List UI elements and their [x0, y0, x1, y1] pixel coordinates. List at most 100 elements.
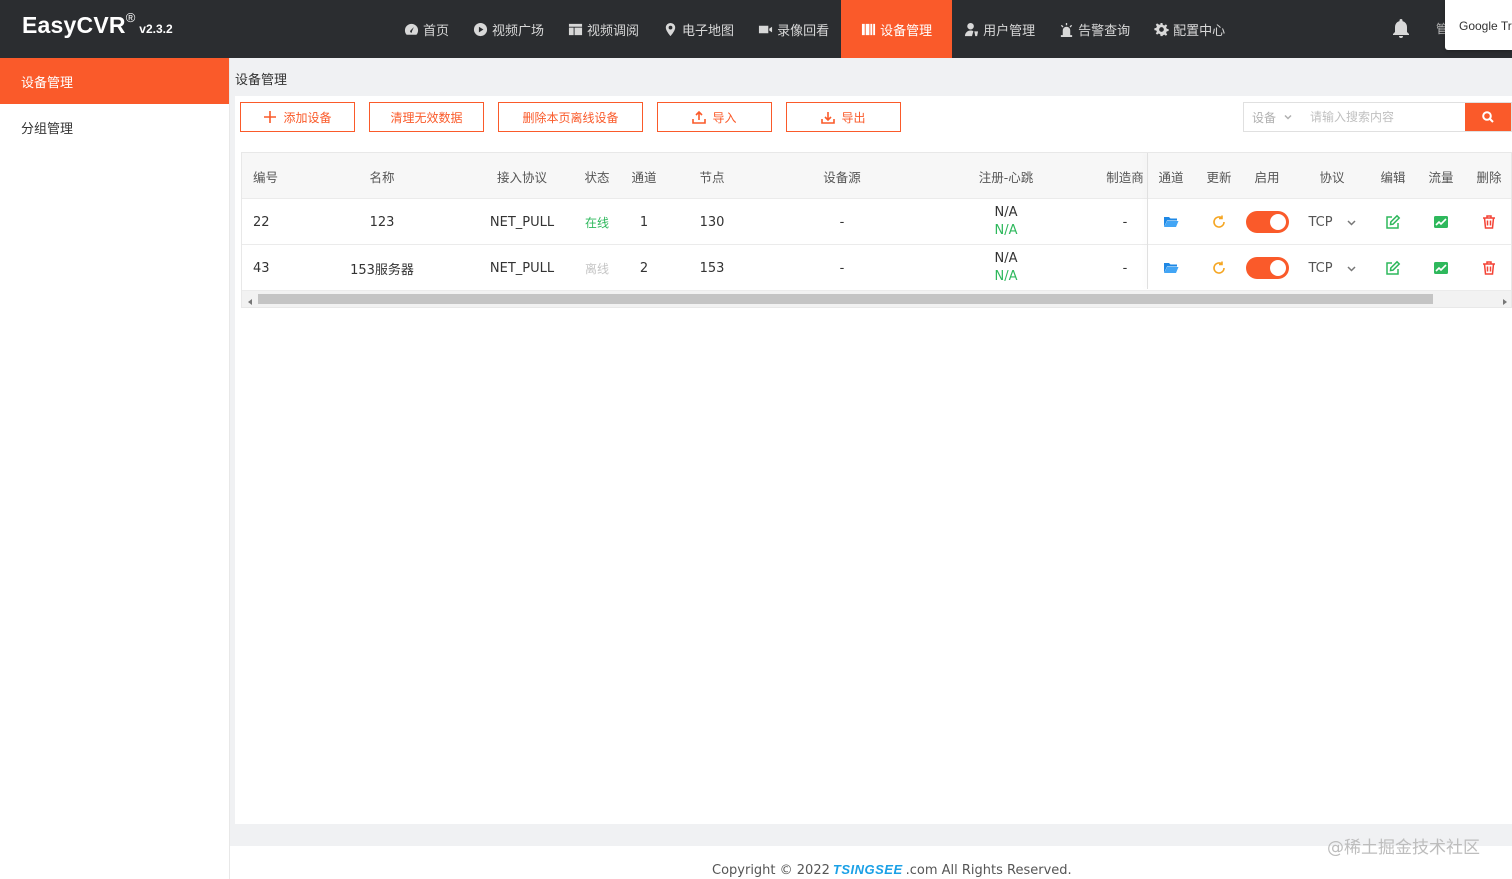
clean-invalid-data-button[interactable]: 清理无效数据 — [369, 102, 484, 132]
toolbar: 添加设备 清理无效数据 删除本页离线设备 导入 导出 — [240, 102, 901, 132]
import-button[interactable]: 导入 — [657, 102, 772, 132]
google-translate-label: Google Translate — [1459, 19, 1512, 33]
chevron-down-icon — [1347, 219, 1356, 226]
trash-icon — [1483, 261, 1495, 275]
delete-button[interactable] — [1466, 245, 1511, 291]
cell-register-heartbeat: N/A N/A — [956, 199, 1056, 245]
nav-video-view[interactable]: 视频调阅 — [556, 0, 651, 58]
col-header[interactable]: 更新 — [1196, 153, 1242, 199]
refresh-icon — [1213, 261, 1225, 274]
nav-device-management[interactable]: 设备管理 — [841, 0, 953, 58]
main-content: 设备管理 添加设备 清理无效数据 删除本页离线设备 导入 导出 设备 请输入搜索… — [230, 58, 1512, 846]
sidebar-item-label: 设备管理 — [21, 75, 74, 91]
search-input[interactable] — [1300, 103, 1465, 131]
col-header[interactable]: 协议 — [1302, 153, 1362, 199]
registered-mark: ® — [125, 10, 136, 25]
scroll-left-icon[interactable] — [246, 295, 254, 305]
nav-map[interactable]: 电子地图 — [651, 0, 746, 58]
scrollbar-thumb[interactable] — [258, 294, 1433, 304]
nav-video-square[interactable]: 视频广场 — [461, 0, 556, 58]
nav-label: 视频广场 — [492, 23, 545, 39]
edit-icon — [1386, 260, 1401, 275]
col-header[interactable]: 状态 — [572, 153, 622, 199]
col-header[interactable]: 流量 — [1418, 153, 1464, 199]
device-panel: 添加设备 清理无效数据 删除本页离线设备 导入 导出 设备 请输入搜索内容 编号… — [235, 96, 1512, 824]
cell-name: 123 — [369, 214, 395, 230]
download-icon — [821, 112, 836, 124]
channels-folder-button[interactable] — [1148, 199, 1194, 245]
main-nav: 首页 视频广场 视频调阅 电子地图 录像回看 设备管理 用户管理 告警查询 配置… — [392, 0, 1237, 58]
status-badge: 离线 — [584, 261, 609, 276]
sidebar: 设备管理 分组管理 — [0, 58, 230, 879]
register-value: N/A — [994, 205, 1018, 220]
cell-id: 43 — [253, 260, 270, 276]
col-header[interactable]: 名称 — [322, 153, 442, 199]
cell-node: 153 — [699, 260, 725, 276]
search-type-select[interactable]: 设备 — [1244, 103, 1300, 131]
alarm-icon — [1060, 22, 1073, 37]
google-translate-widget[interactable]: Google Translate — [1445, 0, 1512, 50]
status-badge: 在线 — [584, 215, 609, 230]
col-header[interactable]: 通道 — [622, 153, 666, 199]
channels-folder-button[interactable] — [1148, 245, 1194, 291]
cell-enable — [1244, 245, 1290, 291]
edit-button[interactable] — [1370, 245, 1416, 291]
col-header[interactable]: 编辑 — [1370, 153, 1416, 199]
traffic-button[interactable] — [1418, 245, 1464, 291]
search-bar: 设备 — [1243, 102, 1512, 132]
fixed-column-divider — [1147, 153, 1148, 289]
brand-link[interactable]: TSINGSEE — [833, 862, 903, 877]
chevron-down-icon — [1284, 114, 1292, 120]
notification-bell-icon[interactable] — [1390, 17, 1412, 39]
heartbeat-value: N/A — [994, 269, 1018, 284]
col-header[interactable]: 制造商 — [1102, 153, 1148, 199]
col-header[interactable]: 接入协议 — [482, 153, 562, 199]
refresh-button[interactable] — [1196, 199, 1242, 245]
col-header[interactable]: 节点 — [682, 153, 742, 199]
traffic-button[interactable] — [1418, 199, 1464, 245]
nav-alarm-query[interactable]: 告警查询 — [1047, 0, 1142, 58]
delete-button[interactable] — [1466, 199, 1511, 245]
add-device-button[interactable]: 添加设备 — [240, 102, 355, 132]
nav-config-center[interactable]: 配置中心 — [1142, 0, 1237, 58]
col-header[interactable]: 删除 — [1466, 153, 1511, 199]
chart-icon — [1434, 216, 1448, 228]
dashboard-icon — [404, 23, 419, 35]
refresh-button[interactable] — [1196, 245, 1242, 291]
sidebar-item-group-management[interactable]: 分组管理 — [0, 104, 229, 150]
nav-label: 视频调阅 — [587, 23, 640, 39]
device-table: 编号 名称 接入协议 状态 通道 节点 设备源 注册-心跳 制造商 通道 更新 … — [241, 152, 1512, 308]
cell-protocol: NET_PULL — [489, 214, 555, 230]
cell-status: 离线 — [572, 245, 622, 291]
app-logo[interactable]: EasyCVR®v2.3.2 — [22, 10, 173, 39]
nav-home[interactable]: 首页 — [392, 0, 461, 58]
search-icon — [1482, 111, 1494, 123]
protocol-select[interactable]: TCP — [1302, 245, 1362, 291]
nav-label: 首页 — [423, 23, 450, 39]
protocol-select[interactable]: TCP — [1302, 199, 1362, 245]
scroll-right-icon[interactable] — [1501, 295, 1509, 305]
cell-maker: - — [1122, 260, 1128, 276]
export-button[interactable]: 导出 — [786, 102, 901, 132]
col-header[interactable]: 注册-心跳 — [956, 153, 1056, 199]
sidebar-item-device-management[interactable]: 设备管理 — [0, 58, 229, 104]
copyright: Copyright © 2022 TSINGSEE .com All Rights… — [712, 862, 1072, 878]
horizontal-scrollbar[interactable] — [242, 291, 1511, 307]
edit-button[interactable] — [1370, 199, 1416, 245]
col-header[interactable]: 设备源 — [802, 153, 882, 199]
nav-playback[interactable]: 录像回看 — [746, 0, 841, 58]
col-header[interactable]: 编号 — [242, 153, 322, 199]
delete-offline-devices-button[interactable]: 删除本页离线设备 — [498, 102, 643, 132]
cell-register-heartbeat: N/A N/A — [956, 245, 1056, 291]
cell-id: 22 — [253, 214, 270, 230]
cell-source: - — [839, 260, 845, 276]
table-row: 22 123 NET_PULL 在线 1 130 - N/A N/A - TCP — [242, 199, 1511, 245]
nav-user-management[interactable]: 用户管理 — [952, 0, 1047, 58]
enable-toggle[interactable] — [1245, 211, 1289, 233]
enable-toggle[interactable] — [1245, 257, 1289, 279]
search-button[interactable] — [1465, 103, 1511, 131]
device-icon — [862, 23, 876, 35]
cell-name: 153服务器 — [350, 262, 414, 278]
col-header[interactable]: 通道 — [1148, 153, 1194, 199]
col-header[interactable]: 启用 — [1244, 153, 1290, 199]
